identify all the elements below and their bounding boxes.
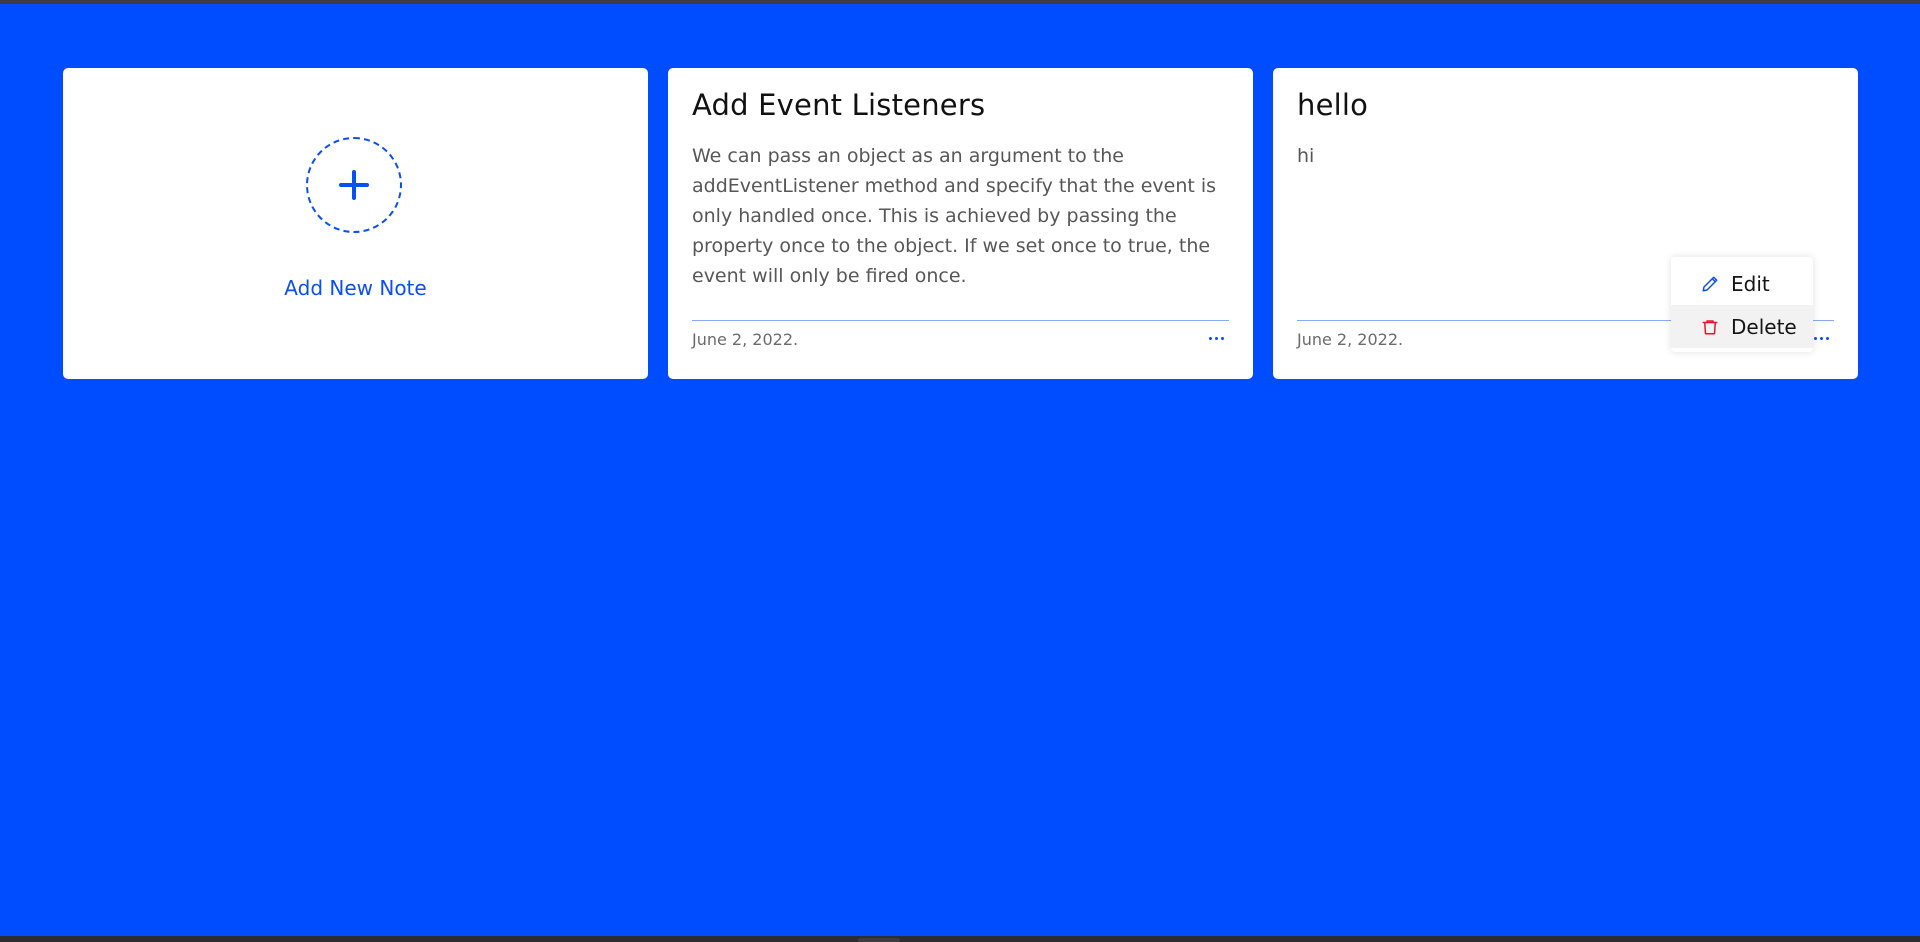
notes-app: Add New Note Add Event Listeners We can … <box>0 4 1920 936</box>
note-title: Add Event Listeners <box>692 88 986 122</box>
plus-icon[interactable] <box>306 137 402 233</box>
note-divider <box>692 320 1229 321</box>
edit-label: Edit <box>1731 271 1770 296</box>
trash-icon <box>1702 319 1718 334</box>
add-note-label[interactable]: Add New Note <box>63 276 648 300</box>
more-horizontal-icon[interactable] <box>1209 331 1227 345</box>
note-context-menu: Edit Delete <box>1671 257 1813 352</box>
note-card: Add Event Listeners We can pass an objec… <box>668 68 1253 379</box>
delete-label: Delete <box>1731 314 1797 339</box>
note-date: June 2, 2022. <box>692 330 799 349</box>
note-title: hello <box>1297 88 1369 122</box>
delete-menu-item[interactable]: Delete <box>1671 305 1813 348</box>
add-note-card[interactable]: Add New Note <box>63 68 648 379</box>
pencil-icon <box>1702 276 1718 291</box>
note-description: hi <box>1297 145 1315 167</box>
note-description: We can pass an object as an argument to … <box>692 145 1217 287</box>
more-horizontal-icon[interactable] <box>1814 331 1832 345</box>
edit-menu-item[interactable]: Edit <box>1671 262 1813 305</box>
note-date: June 2, 2022. <box>1297 330 1404 349</box>
window-bottom-border <box>0 936 1920 942</box>
